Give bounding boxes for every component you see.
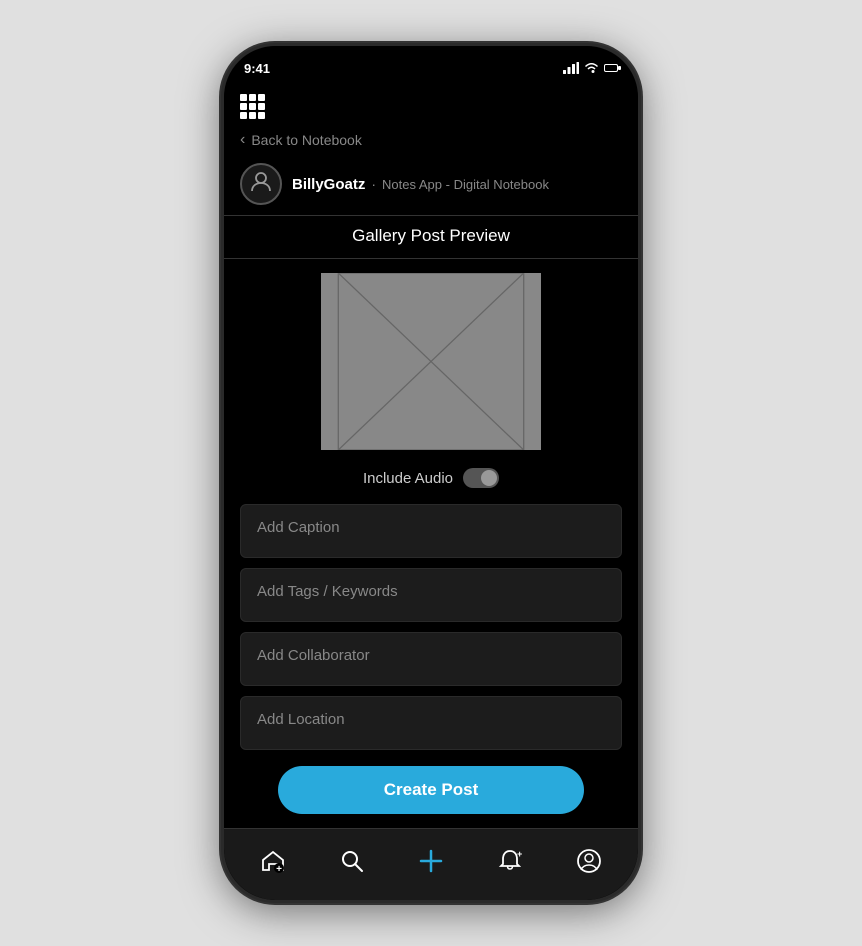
caption-field[interactable]: Add Caption — [240, 504, 622, 558]
back-arrow-icon: ‹ — [240, 131, 245, 149]
page-title-container: Gallery Post Preview — [224, 216, 638, 259]
search-icon — [339, 848, 365, 874]
toggle-knob — [481, 470, 497, 486]
collaborator-field[interactable]: Add Collaborator — [240, 632, 622, 686]
svg-text:+: + — [517, 849, 522, 859]
main-content: Include Audio Add Caption Add Tags / Key… — [224, 259, 638, 828]
grid-icon[interactable] — [240, 94, 265, 119]
bottom-nav: + — [224, 828, 638, 900]
home-add-icon: + — [260, 848, 286, 874]
nav-item-search[interactable] — [331, 844, 373, 878]
battery-icon — [604, 64, 618, 72]
page-title: Gallery Post Preview — [352, 226, 510, 245]
svg-text:+: + — [276, 864, 282, 874]
nav-item-plus[interactable] — [409, 843, 453, 879]
avatar — [240, 163, 282, 205]
plus-icon — [417, 847, 445, 875]
create-post-button[interactable]: Create Post — [278, 766, 584, 814]
tags-field[interactable]: Add Tags / Keywords — [240, 568, 622, 622]
notifications-icon: + — [497, 848, 523, 874]
status-time: 9:41 — [244, 61, 270, 76]
placeholder-svg — [321, 273, 541, 450]
status-bar: 9:41 — [224, 46, 638, 90]
top-app-bar — [224, 90, 638, 125]
separator: · — [371, 176, 376, 192]
signal-icon — [563, 62, 579, 74]
side-button — [221, 166, 223, 196]
phone-screen: 9:41 — [224, 46, 638, 900]
audio-toggle-row: Include Audio — [240, 468, 622, 488]
notch — [371, 46, 491, 74]
back-navigation[interactable]: ‹ Back to Notebook — [224, 125, 638, 155]
location-field[interactable]: Add Location — [240, 696, 622, 750]
nav-item-notifications[interactable]: + — [489, 844, 531, 878]
avatar-icon — [248, 168, 274, 200]
volume-down-button — [221, 260, 223, 302]
volume-up-button — [221, 206, 223, 248]
audio-label: Include Audio — [363, 470, 453, 487]
audio-toggle[interactable] — [463, 468, 499, 488]
user-info: BillyGoatz · Notes App - Digital Noteboo… — [292, 176, 549, 193]
nav-item-profile[interactable] — [568, 844, 610, 878]
location-placeholder: Add Location — [257, 711, 345, 728]
collaborator-placeholder: Add Collaborator — [257, 647, 370, 664]
app-name: Notes App - Digital Notebook — [382, 177, 549, 192]
phone-shell: 9:41 — [221, 43, 641, 903]
wifi-icon — [584, 62, 599, 74]
user-header: BillyGoatz · Notes App - Digital Noteboo… — [224, 155, 638, 216]
profile-icon — [576, 848, 602, 874]
image-placeholder[interactable] — [321, 273, 541, 450]
back-label: Back to Notebook — [251, 132, 362, 148]
tags-placeholder: Add Tags / Keywords — [257, 583, 398, 600]
username: BillyGoatz — [292, 176, 365, 193]
caption-placeholder: Add Caption — [257, 519, 340, 536]
nav-item-home-add[interactable]: + — [252, 844, 294, 878]
status-icons — [563, 62, 618, 74]
